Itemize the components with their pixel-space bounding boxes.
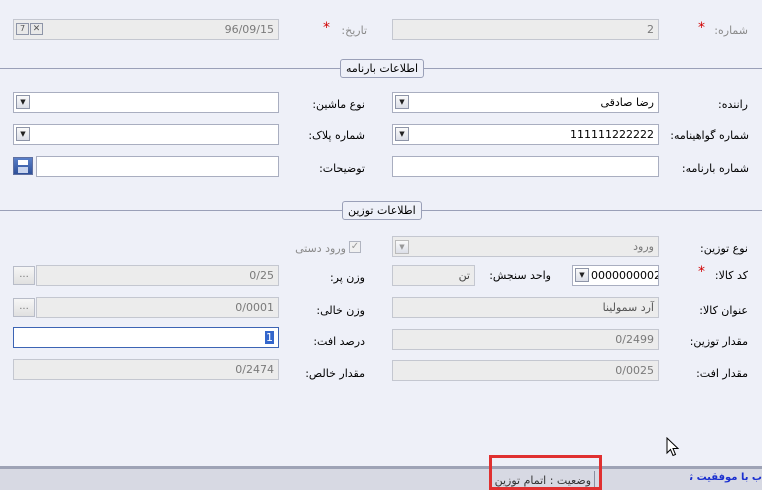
plate-dropdown-button[interactable]: ▼ — [16, 127, 30, 141]
net-amount-field[interactable]: 0/2474 — [13, 359, 279, 380]
weighing-type-label: نوع توزین: — [699, 242, 748, 255]
vehicle-type-field[interactable] — [13, 92, 279, 113]
full-weight-field[interactable]: 0/25 — [36, 265, 279, 286]
status-message: ب با موفقیت ثبت شد — [690, 472, 762, 483]
full-weight-lookup-button[interactable]: ... — [13, 266, 35, 285]
license-label: شماره گواهینامه: — [670, 129, 749, 142]
vehicle-type-label: نوع ماشین: — [312, 98, 365, 111]
item-name-field[interactable]: آرد سمولینا — [392, 297, 659, 318]
waybill-group-title: اطلاعات بارنامه — [340, 59, 425, 78]
manual-entry-checkbox[interactable]: ✓ — [349, 241, 361, 253]
status-highlight-box — [489, 455, 602, 490]
status-bar — [0, 466, 762, 490]
unit-field[interactable]: تن — [392, 265, 475, 286]
notes-label: توضیحات: — [319, 162, 365, 175]
mouse-cursor-icon — [666, 437, 680, 457]
driver-dropdown-button[interactable]: ▼ — [395, 95, 409, 109]
waybill-number-label: شماره بارنامه: — [681, 162, 749, 175]
item-code-dropdown-button[interactable]: ▼ — [575, 268, 589, 282]
license-field[interactable]: 111111222222 — [392, 124, 659, 145]
loss-percent-selected-text: 1 — [265, 331, 274, 344]
empty-weight-label: وزن خالی: — [316, 304, 365, 317]
waybill-number-field[interactable] — [392, 156, 659, 177]
item-code-required-mark: * — [698, 264, 705, 280]
loss-percent-field[interactable]: 1 — [13, 327, 279, 348]
full-weight-label: وزن پر: — [329, 271, 365, 284]
date-label: تاریخ: — [341, 24, 367, 37]
empty-weight-lookup-button[interactable]: ... — [13, 298, 35, 317]
date-field[interactable]: 96/09/15 — [13, 19, 279, 40]
item-code-label: کد کالا: — [714, 269, 748, 282]
clear-icon[interactable]: ✕ — [30, 23, 43, 35]
net-amount-label: مقدار خالص: — [305, 367, 365, 380]
plate-field[interactable] — [13, 124, 279, 145]
weighing-type-dropdown-button[interactable]: ▼ — [395, 240, 409, 254]
number-required-mark: * — [698, 20, 705, 36]
notes-field[interactable] — [36, 156, 279, 177]
driver-label: راننده: — [718, 98, 748, 111]
weighed-amount-label: مقدار توزین: — [689, 335, 748, 348]
empty-weight-field[interactable]: 0/0001 — [36, 297, 279, 318]
save-icon[interactable] — [13, 157, 33, 175]
manual-entry-label: ورود دستی — [295, 242, 346, 255]
calendar-icon[interactable]: 7 — [16, 23, 29, 35]
license-dropdown-button[interactable]: ▼ — [395, 127, 409, 141]
loss-amount-label: مقدار افت: — [696, 367, 748, 380]
loss-amount-field[interactable]: 0/0025 — [392, 360, 659, 381]
loss-percent-label: درصد افت: — [313, 335, 365, 348]
driver-field[interactable]: رضا صادقی — [392, 92, 659, 113]
weighing-type-field[interactable]: ورود — [392, 236, 659, 257]
unit-label: واحد سنجش: — [489, 269, 551, 282]
date-required-mark: * — [323, 20, 330, 36]
item-name-label: عنوان کالا: — [699, 304, 748, 317]
weighed-amount-field[interactable]: 0/2499 — [392, 329, 659, 350]
weighing-group-title: اطلاعات توزین — [342, 201, 422, 220]
vehicle-type-dropdown-button[interactable]: ▼ — [16, 95, 30, 109]
number-field[interactable]: 2 — [392, 19, 659, 40]
plate-label: شماره پلاک: — [308, 129, 365, 142]
